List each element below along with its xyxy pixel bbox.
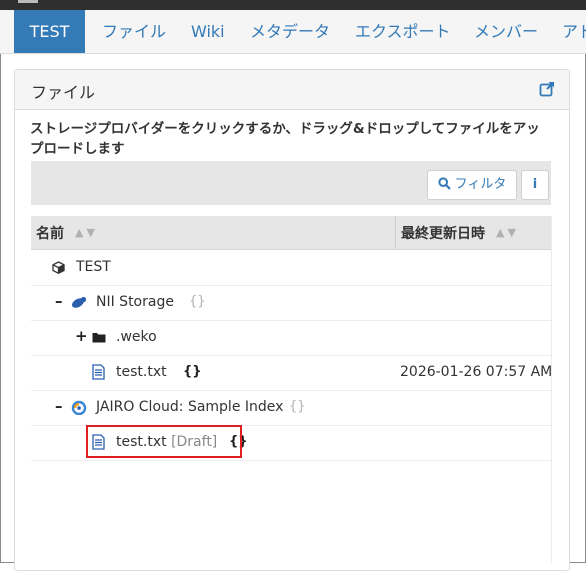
panel-title: ファイル bbox=[31, 83, 96, 102]
tree-row-test-file[interactable]: test.txt {} 2026-01-26 07:57 AM bbox=[31, 355, 553, 391]
nav-item-test[interactable]: TEST bbox=[14, 10, 85, 53]
project-navbar: TEST ファイル Wiki メタデータ エクスポート メンバー アド bbox=[0, 10, 586, 54]
nav-item-addons[interactable]: アド bbox=[562, 10, 586, 53]
search-icon bbox=[438, 177, 451, 190]
collapse-toggle[interactable]: – bbox=[55, 292, 63, 310]
expand-toggle[interactable]: + bbox=[75, 327, 88, 345]
jairo-cloud-label: JAIRO Cloud: Sample Index bbox=[96, 399, 284, 415]
upload-instructions: ストレージプロバイダーをクリックするか、ドラッグ&ドロップしてファイルをアップロ… bbox=[30, 121, 540, 157]
tree-row-root[interactable]: TEST bbox=[31, 250, 551, 286]
file-icon bbox=[92, 364, 105, 380]
metadata-badge[interactable]: {} bbox=[183, 364, 202, 379]
root-label: TEST bbox=[76, 259, 111, 275]
panel-heading: ファイル bbox=[15, 70, 569, 110]
tree-row-jairo-cloud[interactable]: – JAIRO Cloud: Sample Index {} bbox=[31, 390, 551, 426]
column-divider bbox=[395, 216, 396, 249]
tree-row-nii-storage[interactable]: – NII Storage {} bbox=[31, 285, 551, 321]
test-file-label: test.txt bbox=[116, 364, 167, 380]
modified-date: 2026-01-26 07:57 AM bbox=[400, 364, 553, 380]
jairo-icon bbox=[71, 400, 87, 415]
file-toolbar: フィルタ i bbox=[31, 161, 551, 205]
metadata-badge[interactable]: {} bbox=[189, 294, 206, 309]
weko-folder-label: .weko bbox=[116, 329, 157, 345]
external-link-icon[interactable] bbox=[539, 81, 555, 97]
nav-item-export[interactable]: エクスポート bbox=[355, 10, 451, 53]
cube-icon bbox=[52, 261, 65, 274]
collapse-toggle[interactable]: – bbox=[55, 397, 63, 415]
top-strip bbox=[0, 0, 586, 10]
tree-row-weko-folder[interactable]: + .weko bbox=[31, 320, 551, 356]
nav-item-members[interactable]: メンバー bbox=[474, 10, 538, 53]
nii-storage-label: NII Storage bbox=[96, 294, 174, 310]
filter-label: フィルタ bbox=[454, 177, 507, 192]
metadata-badge[interactable]: {} bbox=[289, 399, 306, 414]
highlight-box bbox=[86, 425, 242, 458]
filter-button[interactable]: フィルタ bbox=[427, 170, 517, 200]
sort-name-icons[interactable]: ▲▼ bbox=[75, 226, 98, 239]
nav-item-files[interactable]: ファイル bbox=[102, 10, 166, 53]
folder-icon bbox=[92, 333, 106, 343]
sort-modified-icons[interactable]: ▲▼ bbox=[496, 226, 519, 239]
nav-item-wiki[interactable]: Wiki bbox=[191, 10, 225, 53]
grid-header: 名前 ▲▼ 最終更新日時 ▲▼ bbox=[31, 216, 551, 250]
nav-item-metadata[interactable]: メタデータ bbox=[250, 10, 330, 53]
info-button[interactable]: i bbox=[521, 170, 549, 200]
column-modified-header[interactable]: 最終更新日時 bbox=[401, 223, 485, 243]
grid-right-border bbox=[551, 216, 552, 563]
storage-icon bbox=[72, 296, 87, 308]
column-name-header[interactable]: 名前 bbox=[36, 223, 64, 243]
